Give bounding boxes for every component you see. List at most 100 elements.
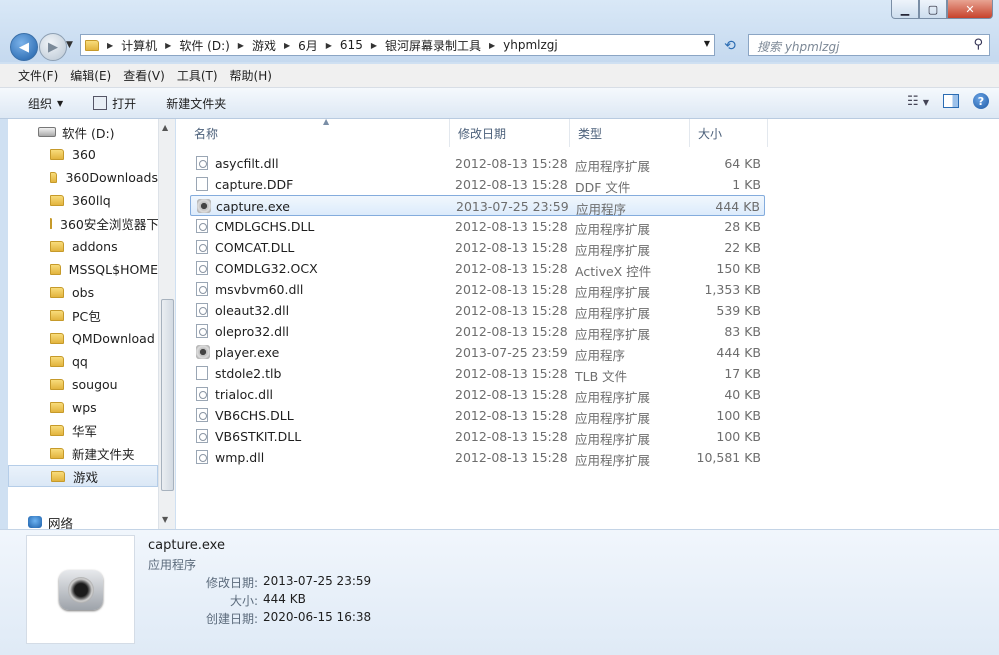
nav-drive[interactable]: 软件 (D:) [8, 121, 158, 143]
details-modified-label: 修改日期: [205, 576, 258, 590]
nav-folder[interactable]: 360安全浏览器下 [8, 212, 158, 234]
column-date[interactable]: 修改日期 [450, 119, 570, 147]
file-size: 64 KB [724, 156, 761, 171]
nav-folder-label: sougou [72, 376, 118, 392]
chevron-right-icon[interactable]: ▶ [367, 41, 381, 50]
details-file-name: capture.exe [148, 538, 225, 553]
scroll-up-icon[interactable]: ▲ [162, 123, 168, 132]
search-input[interactable]: 搜索 yhpmlzgj ⚲ [748, 34, 990, 56]
menu-tools[interactable]: 工具(T) [171, 67, 224, 84]
menu-edit[interactable]: 编辑(E) [64, 67, 117, 84]
file-date: 2012-08-13 15:28 [455, 177, 568, 192]
folder-icon [50, 263, 61, 275]
file-type: TLB 文件 [575, 369, 628, 384]
chevron-right-icon[interactable]: ▶ [322, 41, 336, 50]
file-row[interactable]: CMDLGCHS.DLL 2012-08-13 15:28 应用程序扩展 28 KB [190, 216, 765, 237]
open-button[interactable]: 打开 [83, 95, 146, 112]
file-row[interactable]: VB6CHS.DLL 2012-08-13 15:28 应用程序扩展 100 KB [190, 405, 765, 426]
breadcrumb-current[interactable]: yhpmlzgj [499, 38, 562, 52]
address-bar[interactable]: ▶ 计算机 ▶ 软件 (D:) ▶ 游戏 ▶ 6月 ▶ 615 ▶ 银河屏幕录制… [80, 34, 715, 56]
refresh-icon[interactable]: ⟲ [718, 36, 742, 56]
folder-icon [50, 378, 64, 390]
chevron-right-icon[interactable]: ▶ [234, 41, 248, 50]
breadcrumb-june[interactable]: 6月 [294, 37, 322, 54]
menu-view[interactable]: 查看(V) [117, 67, 171, 84]
organize-button[interactable]: 组织 ▼ [18, 95, 73, 112]
nav-folder[interactable]: obs [8, 281, 158, 303]
chevron-right-icon[interactable]: ▶ [485, 41, 499, 50]
file-row[interactable]: oleaut32.dll 2012-08-13 15:28 应用程序扩展 539 KB [190, 300, 765, 321]
file-row[interactable]: wmp.dll 2012-08-13 15:28 应用程序扩展 10,581 KB [190, 447, 765, 468]
breadcrumb-computer[interactable]: 计算机 [117, 37, 161, 54]
nav-folder[interactable]: QMDownload [8, 327, 158, 349]
search-icon[interactable]: ⚲ [973, 37, 983, 52]
help-icon[interactable]: ? [973, 93, 989, 109]
file-row[interactable]: asycfilt.dll 2012-08-13 15:28 应用程序扩展 64 KB [190, 153, 765, 174]
file-row[interactable]: COMCAT.DLL 2012-08-13 15:28 应用程序扩展 22 KB [190, 237, 765, 258]
file-row[interactable]: capture.DDF 2012-08-13 15:28 DDF 文件 1 KB [190, 174, 765, 195]
column-type[interactable]: 类型 [570, 119, 690, 147]
file-row[interactable]: stdole2.tlb 2012-08-13 15:28 TLB 文件 17 KB [190, 363, 765, 384]
command-bar: 组织 ▼ 打开 新建文件夹 ☷ ▼ ? [0, 88, 999, 119]
nav-folder[interactable]: 360 [8, 143, 158, 165]
nav-folder[interactable]: wps [8, 396, 158, 418]
nav-folder[interactable]: 360llq [8, 189, 158, 211]
history-dropdown-icon[interactable]: ▼ [66, 40, 73, 50]
menu-file[interactable]: 文件(F) [12, 67, 64, 84]
nav-folder[interactable]: sougou [8, 373, 158, 395]
scroll-down-icon[interactable]: ▼ [162, 515, 168, 524]
nav-folder[interactable]: MSSQL$HOME [8, 258, 158, 280]
nav-folder[interactable]: addons [8, 235, 158, 257]
file-date: 2012-08-13 15:28 [455, 429, 568, 444]
preview-pane-icon[interactable] [943, 94, 959, 108]
file-type: 应用程序扩展 [575, 411, 651, 426]
minimize-button[interactable]: ▁ [891, 0, 919, 19]
nav-folder[interactable]: qq [8, 350, 158, 372]
breadcrumb-615[interactable]: 615 [336, 38, 367, 52]
navigation-pane: 软件 (D:) 360 360Downloads 360llq 360安全浏览器下 ad… [8, 119, 175, 529]
file-size: 150 KB [716, 261, 761, 276]
nav-folder[interactable]: 游戏 [8, 465, 158, 487]
breadcrumb-games[interactable]: 游戏 [248, 37, 280, 54]
file-row[interactable]: COMDLG32.OCX 2012-08-13 15:28 ActiveX 控件 15… [190, 258, 765, 279]
menu-help[interactable]: 帮助(H) [224, 67, 278, 84]
search-placeholder: 搜索 yhpmlzgj [757, 40, 840, 54]
nav-folder[interactable]: 360Downloads [8, 166, 158, 188]
open-icon [93, 96, 108, 110]
folder-icon [50, 217, 52, 229]
column-size[interactable]: 大小 [690, 119, 768, 147]
column-name[interactable]: 名称 ▲ [186, 117, 450, 147]
file-name: msvbvm60.dll [215, 282, 304, 297]
breadcrumb-recorder[interactable]: 银河屏幕录制工具 [381, 37, 485, 54]
forward-button[interactable]: ▶ [39, 33, 67, 61]
scrollbar-thumb[interactable] [161, 299, 174, 491]
file-row[interactable]: VB6STKIT.DLL 2012-08-13 15:28 应用程序扩展 100 KB [190, 426, 765, 447]
file-type: 应用程序扩展 [575, 222, 651, 237]
file-name: trialoc.dll [215, 387, 274, 402]
nav-folder[interactable]: 华军 [8, 419, 158, 441]
sort-ascending-icon: ▲ [323, 117, 330, 126]
nav-folder[interactable]: 新建文件夹 [8, 442, 158, 464]
menu-bar: 文件(F) 编辑(E) 查看(V) 工具(T) 帮助(H) [0, 64, 999, 88]
nav-folder-label: 360Downloads [65, 169, 158, 185]
file-row[interactable]: player.exe 2013-07-25 23:59 应用程序 444 KB [190, 342, 765, 363]
file-row[interactable]: capture.exe 2013-07-25 23:59 应用程序 444 KB [190, 195, 765, 217]
maximize-button[interactable]: ▢ [919, 0, 947, 19]
view-options-icon[interactable]: ☷ ▼ [907, 94, 929, 109]
close-button[interactable]: ✕ [947, 0, 993, 19]
chevron-right-icon[interactable]: ▶ [103, 41, 117, 50]
chevron-right-icon[interactable]: ▶ [280, 41, 294, 50]
dll-file-icon [196, 429, 208, 443]
address-dropdown-icon[interactable]: ▼ [704, 39, 710, 48]
breadcrumb-drive[interactable]: 软件 (D:) [175, 37, 233, 54]
new-folder-button[interactable]: 新建文件夹 [156, 95, 236, 112]
nav-scrollbar[interactable]: ▲ ▼ [158, 119, 175, 529]
nav-folder[interactable]: PC包 [8, 304, 158, 326]
file-row[interactable]: trialoc.dll 2012-08-13 15:28 应用程序扩展 40 KB [190, 384, 765, 405]
file-row[interactable]: olepro32.dll 2012-08-13 15:28 应用程序扩展 83 KB [190, 321, 765, 342]
file-row[interactable]: msvbvm60.dll 2012-08-13 15:28 应用程序扩展 1,353 … [190, 279, 765, 300]
chevron-right-icon[interactable]: ▶ [161, 41, 175, 50]
back-button[interactable]: ◀ [10, 33, 38, 61]
dll-file-icon [196, 282, 208, 296]
nav-network[interactable]: 网络 [8, 511, 158, 529]
